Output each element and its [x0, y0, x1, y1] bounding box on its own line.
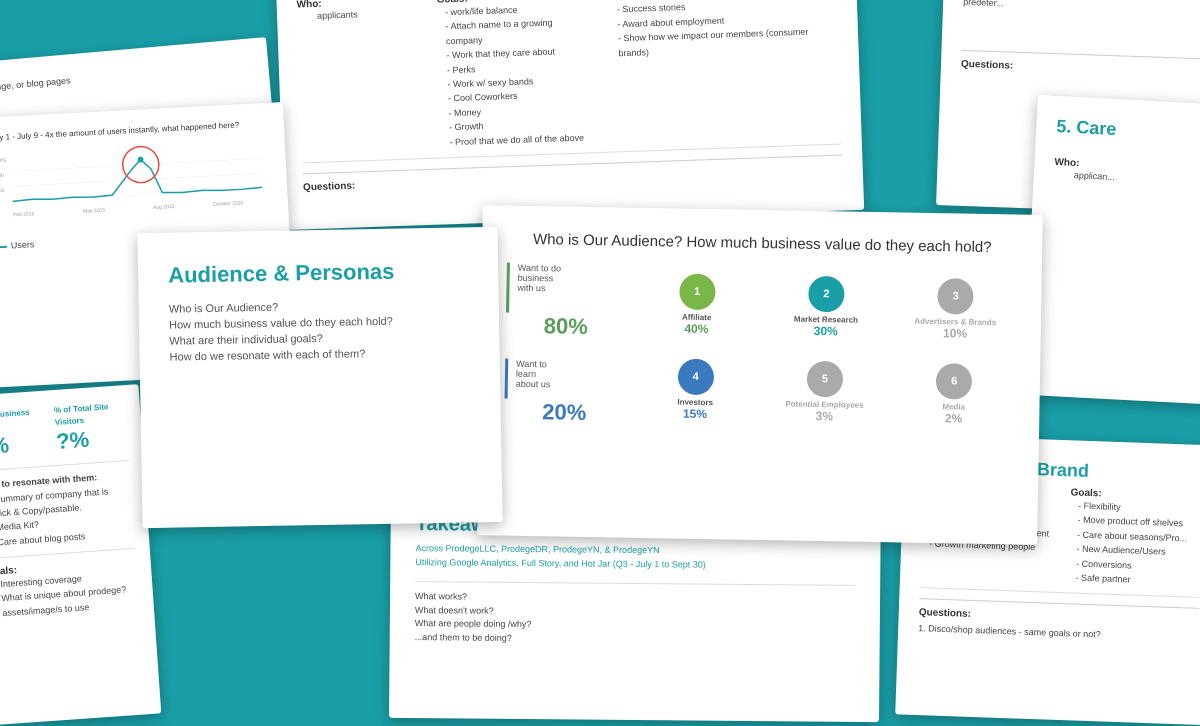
node-6-circle: 6	[936, 363, 973, 400]
node-1-circle: 1	[679, 273, 716, 310]
learn-pct: 20%	[504, 399, 624, 427]
audience-nodes: 1 Affiliate 40% 2 Market Research 30% 3 …	[634, 265, 1017, 434]
goals-list: work/life balance Attach name to a growi…	[437, 0, 594, 149]
svg-text:2,000: 2,000	[0, 173, 4, 180]
node-2-number: 2	[823, 288, 829, 300]
chart-svg: Users 2,000 1,000 0 Feb 2015 May 2015 Au…	[0, 138, 264, 232]
advertiser-goals: Goals: Flexibility Move product off shel…	[1067, 487, 1200, 589]
legend-label: Users	[11, 238, 35, 253]
audience-questions: Who is Our Audience? How much business v…	[169, 298, 470, 363]
node-1-pct: 40%	[684, 321, 708, 335]
node-2-pct: 30%	[814, 323, 838, 337]
audience-title: Who is Our Audience? How much business v…	[507, 231, 1017, 257]
legend-line	[0, 245, 7, 248]
node-affiliate: 1 Affiliate 40%	[636, 265, 759, 344]
node-6-label: Media	[942, 402, 965, 411]
who-section: Who: applicants	[297, 0, 422, 154]
learn-about-us: Want tolearnabout us 20%	[504, 359, 625, 427]
audience-grid: Want to dobusinesswith us 80% Want tolea…	[504, 263, 1017, 434]
goals-section: Goals: work/life balance Attach name to …	[436, 0, 593, 149]
slide-topleft-text: ds page, or blog pages	[0, 59, 249, 96]
node-market-research: 2 Market Research 30%	[765, 267, 888, 346]
business-bar: Want to dobusinesswith us	[506, 263, 627, 315]
node-investors: 4 Investors 15%	[634, 350, 757, 429]
advertiser-divider	[920, 587, 1200, 598]
svg-text:Aug 2015: Aug 2015	[153, 204, 175, 211]
node-6-pct: 2%	[945, 411, 963, 425]
slide-topcenter: Who: applicants Goals: work/life balance…	[276, 0, 864, 230]
node-3-pct: 10%	[943, 326, 967, 340]
audience-left-col: Want to dobusinesswith us 80% Want tolea…	[504, 263, 627, 427]
farright-number: 5. Care	[1056, 116, 1200, 145]
topright-questions: Questions:	[961, 49, 1200, 77]
takeaway-q4: ...and them to be doing?	[415, 631, 855, 648]
takeaways-divider	[415, 581, 855, 586]
site-visitors: ?%	[55, 424, 128, 455]
node-advertisers: 3 Advertisers & Brands 10%	[894, 269, 1017, 348]
q4: How do we resonate with each of them?	[170, 346, 470, 363]
q1: Who is Our Audience?	[169, 298, 469, 315]
learn-bar: Want tolearnabout us	[505, 359, 626, 401]
who-value: applicants	[317, 6, 417, 23]
right-goals-section: Clear De... Success stories Award about …	[608, 0, 841, 143]
predeter-text: predeter...	[963, 0, 1200, 18]
node-5-circle: 5	[807, 360, 844, 397]
biz-value: 2%	[0, 430, 42, 460]
business-label: Want to dobusinesswith us	[517, 263, 627, 295]
audience-personas-title: Audience & Personas	[168, 257, 468, 288]
node-2-circle: 2	[808, 275, 845, 312]
q2: How much business value do they each hol…	[169, 314, 469, 331]
node-5-pct: 3%	[815, 408, 833, 422]
node-1-label: Affiliate	[682, 312, 711, 322]
node-6-number: 6	[951, 375, 957, 387]
node-media: 6 Media 2%	[893, 354, 1016, 433]
takeaways-questions: What works? What doesn't work? What are …	[415, 590, 855, 648]
slide-center-audience: Who is Our Audience? How much business v…	[477, 205, 1043, 545]
node-4-pct: 15%	[683, 406, 707, 420]
takeaways-subtitle2: Utilizing Google Analytics, Full Story, …	[415, 556, 855, 573]
node-4-number: 4	[692, 370, 698, 382]
site-visitors-section: % of Total Site Visitors ?%	[54, 400, 128, 455]
node-3-number: 3	[953, 290, 959, 302]
node-employees: 5 Potential Employees 3%	[763, 352, 886, 431]
farright-who: Who: applican...	[1053, 157, 1200, 190]
node-1-number: 1	[694, 285, 700, 297]
node-4-circle: 4	[677, 358, 714, 395]
svg-text:May 2015: May 2015	[83, 208, 105, 215]
slide-farright: 5. Care Who: applican...	[1022, 95, 1200, 405]
svg-text:Feb 2015: Feb 2015	[13, 211, 35, 218]
topcenter-layout: Who: applicants Goals: work/life balance…	[297, 0, 842, 154]
svg-text:Users: Users	[0, 158, 6, 165]
node-3-circle: 3	[937, 278, 974, 315]
biz-value-section: % of Business Value 2%	[0, 406, 42, 460]
svg-text:October 2015: October 2015	[213, 200, 244, 208]
slide-center-main: Audience & Personas Who is Our Audience?…	[137, 227, 502, 528]
biz-visitors-row: % of Business Value 2% % of Total Site V…	[0, 400, 128, 460]
questions-label-right: Questions:	[961, 49, 1200, 77]
business-with-us: Want to dobusinesswith us 80%	[506, 263, 627, 341]
slide-bottomleft: % of Business Value 2% % of Total Site V…	[0, 384, 161, 726]
users-chart: Users 2,000 1,000 0 Feb 2015 May 2015 Au…	[0, 138, 274, 233]
svg-text:1,000: 1,000	[0, 188, 5, 195]
q3: What are their individual goals?	[169, 330, 469, 347]
learn-label: Want tolearnabout us	[516, 359, 626, 391]
node-5-number: 5	[822, 373, 828, 385]
business-pct: 80%	[506, 313, 626, 341]
